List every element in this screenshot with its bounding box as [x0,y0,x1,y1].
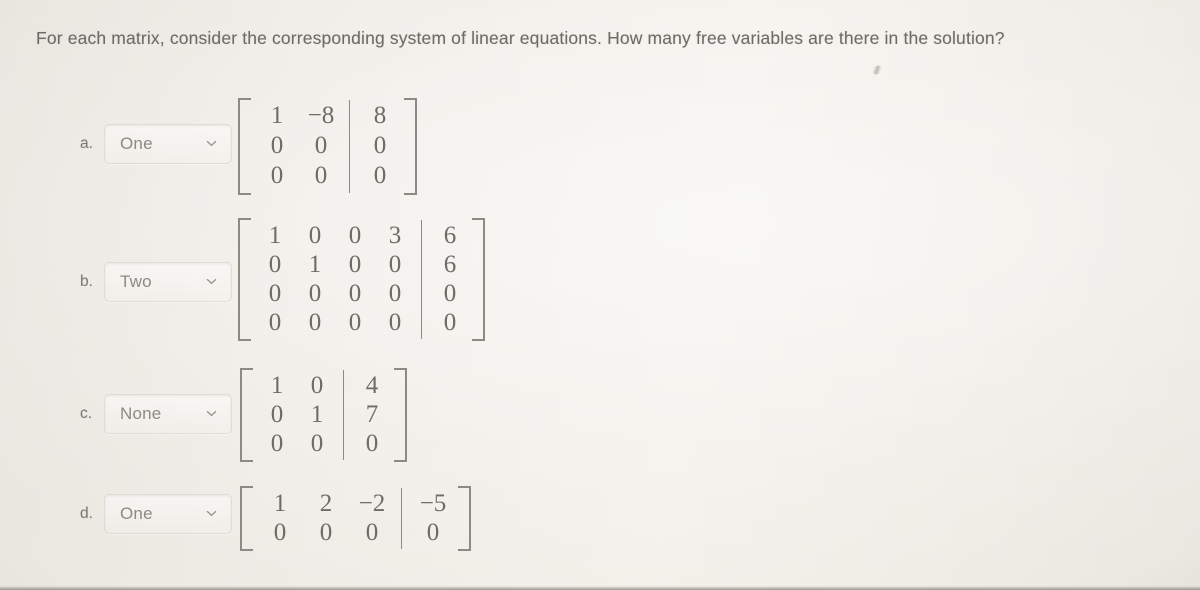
matrix-coefficients: 1003010000000000 [249,218,421,341]
question-label: b. [80,273,93,290]
matrix-body: 100100470 [251,368,396,462]
chevron-down-icon [206,138,217,149]
matrix-cell: 0 [310,430,324,457]
chevron-down-icon [206,508,217,519]
matrix-cell: 0 [308,222,322,249]
augmented-matrix: 1 −8 0 0 0 0 8 0 0 [238,98,417,195]
worksheet-page: For each matrix, consider the correspond… [0,0,1200,590]
answer-select-b[interactable]: Two [104,262,232,302]
matrix-cell: 0 [270,401,284,428]
matrix-cell: 0 [270,162,284,189]
matrix-cell: 2 [319,490,333,517]
matrix-constants: 6600 [422,218,474,341]
matrix-constants: 470 [344,368,396,462]
matrix-left-bracket [238,98,251,195]
matrix-left-bracket [238,218,251,341]
matrix-cell: 0 [270,132,284,159]
matrix-cell: 0 [388,280,402,307]
matrix-cell: 0 [348,280,362,307]
matrix-cell: 7 [365,401,379,428]
answer-select-value: One [120,504,153,523]
augmented-matrix: 100100470 [240,368,407,462]
chevron-down-icon [206,276,217,287]
matrix-left-bracket [240,368,253,462]
matrix-cell: 0 [443,309,457,336]
question-label: d. [80,505,93,522]
matrix-cell: −8 [307,102,335,129]
matrix-cell: 0 [310,372,324,399]
question-row: a. One [80,124,232,164]
matrix-cell: 3 [388,222,402,249]
matrix-cell: 0 [373,132,387,159]
matrix-body: 1 −8 0 0 0 0 8 0 0 [249,98,406,195]
answer-select-value: One [120,134,153,153]
matrix-cell: 0 [388,251,402,278]
matrix-right-bracket [458,486,471,551]
answer-select-value: Two [120,272,152,291]
matrix-cell: 0 [348,309,362,336]
question-label: c. [80,405,93,422]
question-row: c. None [80,394,232,434]
matrix-constants: −5 0 [402,486,460,551]
paper-smudge-mark [871,64,883,76]
matrix-right-bracket [404,98,417,195]
matrix-left-bracket [240,486,253,551]
matrix-cell: 1 [273,490,287,517]
question-label: a. [80,135,93,152]
matrix-cell: 0 [443,280,457,307]
matrix-cell: 1 [308,251,322,278]
matrix-cell: 0 [365,519,379,546]
matrix-cell: 0 [314,162,328,189]
augmented-matrix: 10030100000000006600 [238,218,485,341]
answer-select-a[interactable]: One [104,124,232,164]
matrix-cell: 0 [268,280,282,307]
matrix-constants: 8 0 0 [350,98,406,195]
matrix-cell: 0 [314,132,328,159]
matrix-cell: 0 [348,251,362,278]
matrix-cell: 0 [426,519,440,546]
matrix-coefficients: 100100 [251,368,343,462]
matrix-cell: 6 [443,222,457,249]
matrix-cell: 4 [365,372,379,399]
matrix-cell: 0 [268,251,282,278]
matrix-cell: 0 [268,309,282,336]
page-title: For each matrix, consider the correspond… [36,28,1005,48]
matrix-coefficients: 1 −8 0 0 0 0 [249,98,349,195]
matrix-body: 1 2 −2 0 0 0 −5 0 [251,486,460,551]
sheet-bottom-edge [0,586,1200,590]
matrix-cell: 0 [308,280,322,307]
matrix-cell: 0 [319,519,333,546]
answer-select-c[interactable]: None [104,394,232,434]
matrix-body: 10030100000000006600 [249,218,474,341]
matrix-cell: 8 [373,102,387,129]
matrix-cell: 6 [443,251,457,278]
matrix-right-bracket [394,368,407,462]
matrix-cell: 0 [308,309,322,336]
matrix-right-bracket [472,218,485,341]
matrix-cell: 0 [273,519,287,546]
matrix-cell: 0 [388,309,402,336]
matrix-cell: 0 [373,162,387,189]
matrix-cell: −5 [419,490,447,517]
answer-select-value: None [120,404,162,423]
matrix-cell: 1 [268,222,282,249]
matrix-cell: 1 [270,372,284,399]
matrix-cell: 1 [270,102,284,129]
question-row: d. One [80,494,232,534]
matrix-cell: 0 [348,222,362,249]
matrix-cell: 0 [365,430,379,457]
question-row: b. Two [80,262,232,302]
chevron-down-icon [206,408,217,419]
matrix-cell: 0 [270,430,284,457]
augmented-matrix: 1 2 −2 0 0 0 −5 0 [240,486,471,551]
answer-select-d[interactable]: One [104,494,232,534]
matrix-cell: −2 [358,490,386,517]
matrix-coefficients: 1 2 −2 0 0 0 [251,486,401,551]
matrix-cell: 1 [310,401,324,428]
